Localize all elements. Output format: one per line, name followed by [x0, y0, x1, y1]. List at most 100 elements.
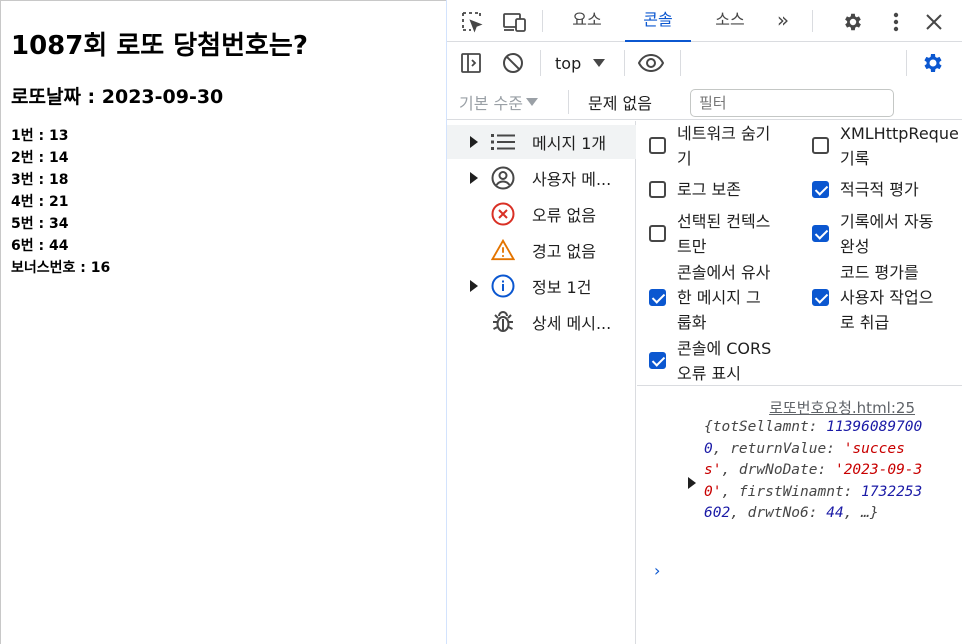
clear-console-icon[interactable] [500, 50, 526, 76]
sidebar-item-user-messages[interactable]: 사용자 메... [447, 161, 636, 195]
sidebar-item-label: 메시지 1개 [532, 134, 607, 153]
option-label-line: 완성 [840, 237, 870, 256]
toolbar-divider [906, 50, 907, 76]
issues-count[interactable]: 문제 없음 [588, 90, 652, 114]
more-options-icon[interactable] [885, 9, 907, 35]
autocomplete-from-history-checkbox[interactable]: 기록에서 자동완성 [812, 209, 933, 259]
tab-sources[interactable]: 소스 [699, 0, 761, 42]
context-selector[interactable]: top [555, 50, 606, 76]
user-icon [491, 166, 515, 190]
info-icon [491, 274, 515, 298]
warning-icon [491, 238, 515, 262]
option-label-line: 기록에서 자동 [840, 212, 934, 231]
checkbox[interactable] [649, 352, 666, 369]
toolbar-divider [540, 50, 541, 76]
option-label-line: 사용자 작업으 [840, 288, 934, 307]
treat-evaluation-as-user-activation-checkbox[interactable]: 코드 평가를사용자 작업으로 취급 [812, 260, 933, 335]
toolbar-divider [568, 90, 569, 114]
more-tabs-button[interactable]: » [765, 0, 801, 42]
number-item: 6번 : 44 [11, 238, 69, 254]
console-settings-pane: 네트워크 숨기 기 로그 보존 선택된 컨텍스 트만 콘솔에서 유사 한 메시지 그룹… [637, 121, 962, 386]
sidebar-item-warnings[interactable]: 경고 없음 [447, 233, 636, 267]
number-item: 2번 : 14 [11, 150, 69, 166]
option-label-line: 오류 표시 [677, 364, 741, 383]
option-label-line: 콘솔에서 유사 [677, 263, 771, 282]
sidebar-item-info[interactable]: 정보 1건 [447, 269, 636, 303]
object-punct: , …} [843, 505, 879, 521]
console-toolbar: top [447, 42, 962, 117]
expand-object-icon [688, 477, 696, 489]
object-punct: , returnValue: [712, 440, 844, 457]
toolbar-divider [812, 10, 813, 32]
console-settings-gear-icon[interactable] [920, 50, 946, 76]
live-expression-eye-icon[interactable] [636, 50, 666, 76]
option-label-line: 로그 보존 [677, 180, 741, 199]
object-punct: {totSellamnt: [704, 419, 827, 435]
number-item: 1번 : 13 [11, 128, 69, 144]
checkbox[interactable] [812, 225, 829, 242]
checkbox[interactable] [812, 289, 829, 306]
group-similar-checkbox[interactable]: 콘솔에서 유사 한 메시지 그 룹화 [649, 260, 770, 335]
option-label-line: 기 [677, 149, 692, 168]
number-item: 4번 : 21 [11, 194, 69, 210]
number-item: 3번 : 18 [11, 172, 69, 188]
option-label-line: 선택된 컨텍스 [677, 212, 771, 231]
toolbar-divider [624, 50, 625, 76]
option-label-line: XMLHttpReque [840, 124, 959, 143]
checkbox[interactable] [649, 181, 666, 198]
tab-elements[interactable]: 요소 [556, 0, 618, 42]
object-punct: , drwtNo6: [730, 505, 827, 521]
sidebar-item-errors[interactable]: 오류 없음 [447, 197, 636, 231]
toolbar-divider [542, 10, 543, 32]
sidebar-toggle-icon[interactable] [458, 50, 484, 76]
sidebar-item-label: 상세 메시... [532, 314, 612, 333]
console-prompt[interactable]: › [654, 561, 660, 580]
expand-arrow-icon [470, 136, 478, 148]
number-item: 5번 : 34 [11, 216, 69, 232]
toolbar-divider [680, 50, 681, 76]
tab-console[interactable]: 콘솔 [625, 0, 691, 42]
devtools-main-toolbar: 요소 콘솔 소스 » [447, 0, 962, 42]
object-punct: , firstWinamnt: [721, 483, 862, 500]
checkbox[interactable] [812, 181, 829, 198]
console-sidebar: 메시지 1개 사용자 메... 오류 없음 경고 없음 정보 1건 상세 메시.… [447, 121, 636, 644]
source-link[interactable]: 로또번호요청.html:25 [769, 397, 915, 418]
checkbox[interactable] [649, 225, 666, 242]
logged-object-preview[interactable]: {totSellamnt: 113960897000, returnValue:… [704, 417, 926, 525]
sidebar-item-messages[interactable]: 메시지 1개 [447, 125, 636, 159]
sidebar-item-label: 오류 없음 [532, 206, 596, 225]
log-levels-dropdown[interactable]: 기본 수준 [459, 90, 538, 114]
option-label-line: 네트워크 숨기 [677, 124, 771, 143]
error-icon [491, 202, 515, 226]
option-label-line: 기록 [840, 149, 870, 168]
web-page: 1087회 로또 당첨번호는? 로또날짜 : 2023-09-30 1번 : 1… [0, 0, 446, 644]
inspect-element-icon[interactable] [459, 9, 485, 35]
dropdown-arrow-icon [593, 59, 606, 67]
expand-arrow-icon [470, 280, 478, 292]
sidebar-item-verbose[interactable]: 상세 메시... [447, 305, 636, 339]
option-label-line: 코드 평가를 [840, 263, 919, 282]
sidebar-item-label: 경고 없음 [532, 242, 596, 261]
object-punct: , drwNoDate: [721, 462, 835, 478]
option-label-line: 한 메시지 그 [677, 288, 761, 307]
preserve-log-checkbox[interactable]: 로그 보존 [649, 177, 741, 202]
checkbox[interactable] [649, 137, 666, 154]
device-toolbar-icon[interactable] [501, 9, 529, 35]
console-levels-bar: 기본 수준 문제 없음 [447, 84, 962, 120]
selected-context-only-checkbox[interactable]: 선택된 컨텍스 트만 [649, 209, 770, 259]
checkbox[interactable] [812, 137, 829, 154]
bug-icon [491, 310, 515, 334]
option-label-line: 콘솔에 CORS [677, 339, 772, 358]
option-label-line: 로 취급 [840, 313, 890, 332]
show-cors-errors-checkbox[interactable]: 콘솔에 CORS 오류 표시 [649, 336, 771, 386]
context-label: top [555, 53, 582, 73]
close-icon[interactable] [921, 9, 947, 35]
log-xmlhttprequests-checkbox[interactable]: XMLHttpReque 기록 [812, 121, 959, 171]
eager-evaluation-checkbox[interactable]: 적극적 평가 [812, 177, 919, 202]
checkbox[interactable] [649, 289, 666, 306]
gear-icon[interactable] [840, 9, 866, 35]
winning-numbers-list: 1번 : 13 2번 : 14 3번 : 18 4번 : 21 5번 : 34 … [11, 127, 110, 281]
sidebar-item-label: 정보 1건 [532, 278, 592, 297]
hide-network-checkbox[interactable]: 네트워크 숨기기 [649, 121, 770, 171]
sidebar-item-label: 사용자 메... [532, 170, 612, 189]
